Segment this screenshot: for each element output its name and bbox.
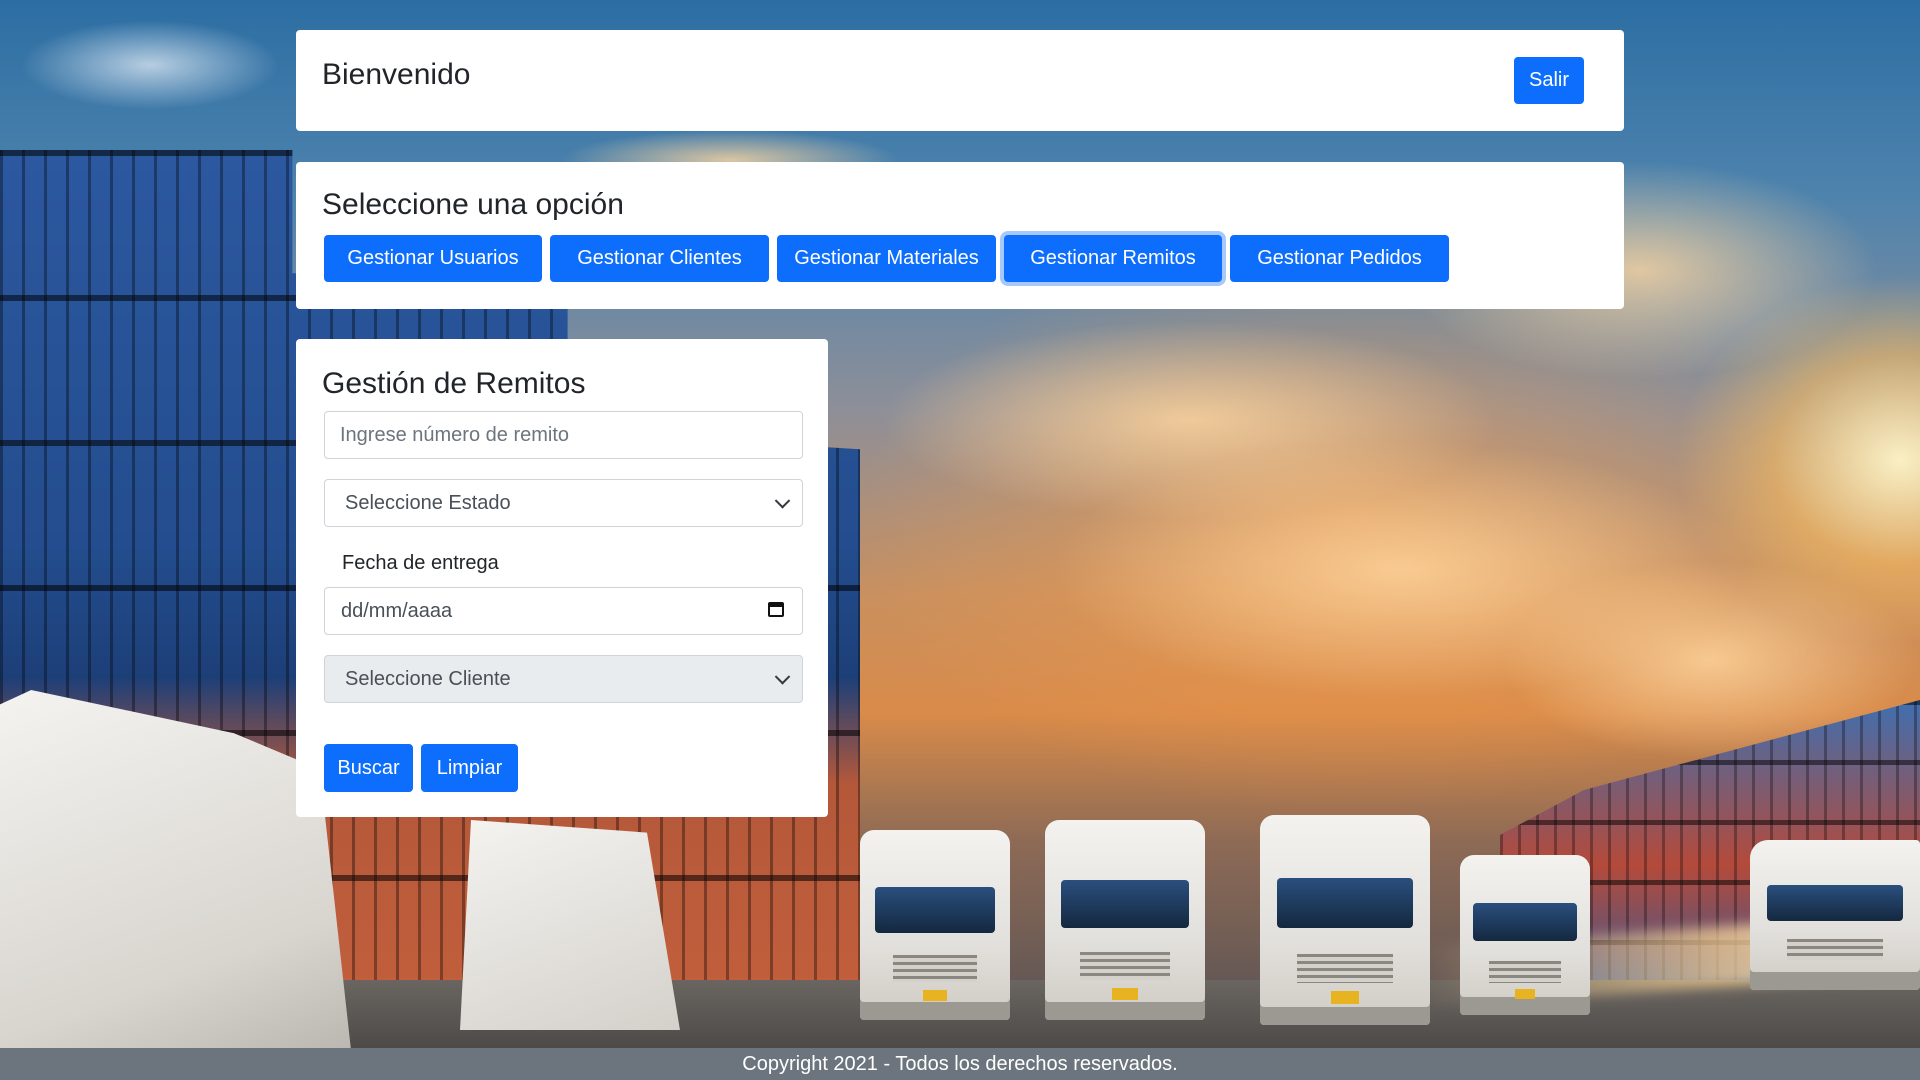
menu-title: Seleccione una opción — [322, 188, 624, 221]
manage-users-button[interactable]: Gestionar Usuarios — [324, 235, 542, 282]
menu-card: Seleccione una opción Gestionar Usuarios… — [296, 162, 1624, 309]
cloud — [20, 20, 280, 110]
manage-materials-button[interactable]: Gestionar Materiales — [777, 235, 996, 282]
calendar-icon[interactable] — [768, 602, 784, 617]
copyright-text: Copyright 2021 - Todos los derechos rese… — [742, 1052, 1178, 1075]
truck — [460, 820, 680, 1030]
cliente-select[interactable]: Seleccione Cliente — [324, 655, 803, 703]
footer: Copyright 2021 - Todos los derechos rese… — [0, 1048, 1920, 1080]
estado-select[interactable]: Seleccione Estado — [324, 479, 803, 527]
truck — [1750, 840, 1920, 990]
menu-buttons: Gestionar Usuarios Gestionar Clientes Ge… — [324, 235, 1449, 282]
truck — [1045, 820, 1205, 1020]
truck — [860, 830, 1010, 1020]
clear-button[interactable]: Limpiar — [421, 744, 518, 792]
remitos-form-card: Gestión de Remitos Seleccione Estado Fec… — [296, 339, 828, 817]
search-button[interactable]: Buscar — [324, 744, 413, 792]
remito-number-input[interactable] — [324, 411, 803, 459]
header-card: Bienvenido Salir — [296, 30, 1624, 131]
welcome-title: Bienvenido — [322, 58, 471, 91]
form-actions: Buscar Limpiar — [324, 744, 518, 792]
manage-remitos-button[interactable]: Gestionar Remitos — [1004, 235, 1222, 282]
chevron-down-icon — [774, 493, 791, 509]
delivery-date-input[interactable]: dd/mm/aaaa — [324, 587, 803, 635]
chevron-down-icon — [774, 669, 791, 685]
manage-orders-button[interactable]: Gestionar Pedidos — [1230, 235, 1449, 282]
manage-clients-button[interactable]: Gestionar Clientes — [550, 235, 769, 282]
cliente-select-value: Seleccione Cliente — [345, 667, 511, 690]
estado-select-value: Seleccione Estado — [345, 491, 511, 514]
truck — [1460, 855, 1590, 1015]
delivery-date-label: Fecha de entrega — [342, 552, 499, 574]
delivery-date-value: dd/mm/aaaa — [341, 599, 453, 622]
truck — [1260, 815, 1430, 1025]
logout-button[interactable]: Salir — [1514, 57, 1584, 104]
form-title: Gestión de Remitos — [322, 367, 586, 400]
